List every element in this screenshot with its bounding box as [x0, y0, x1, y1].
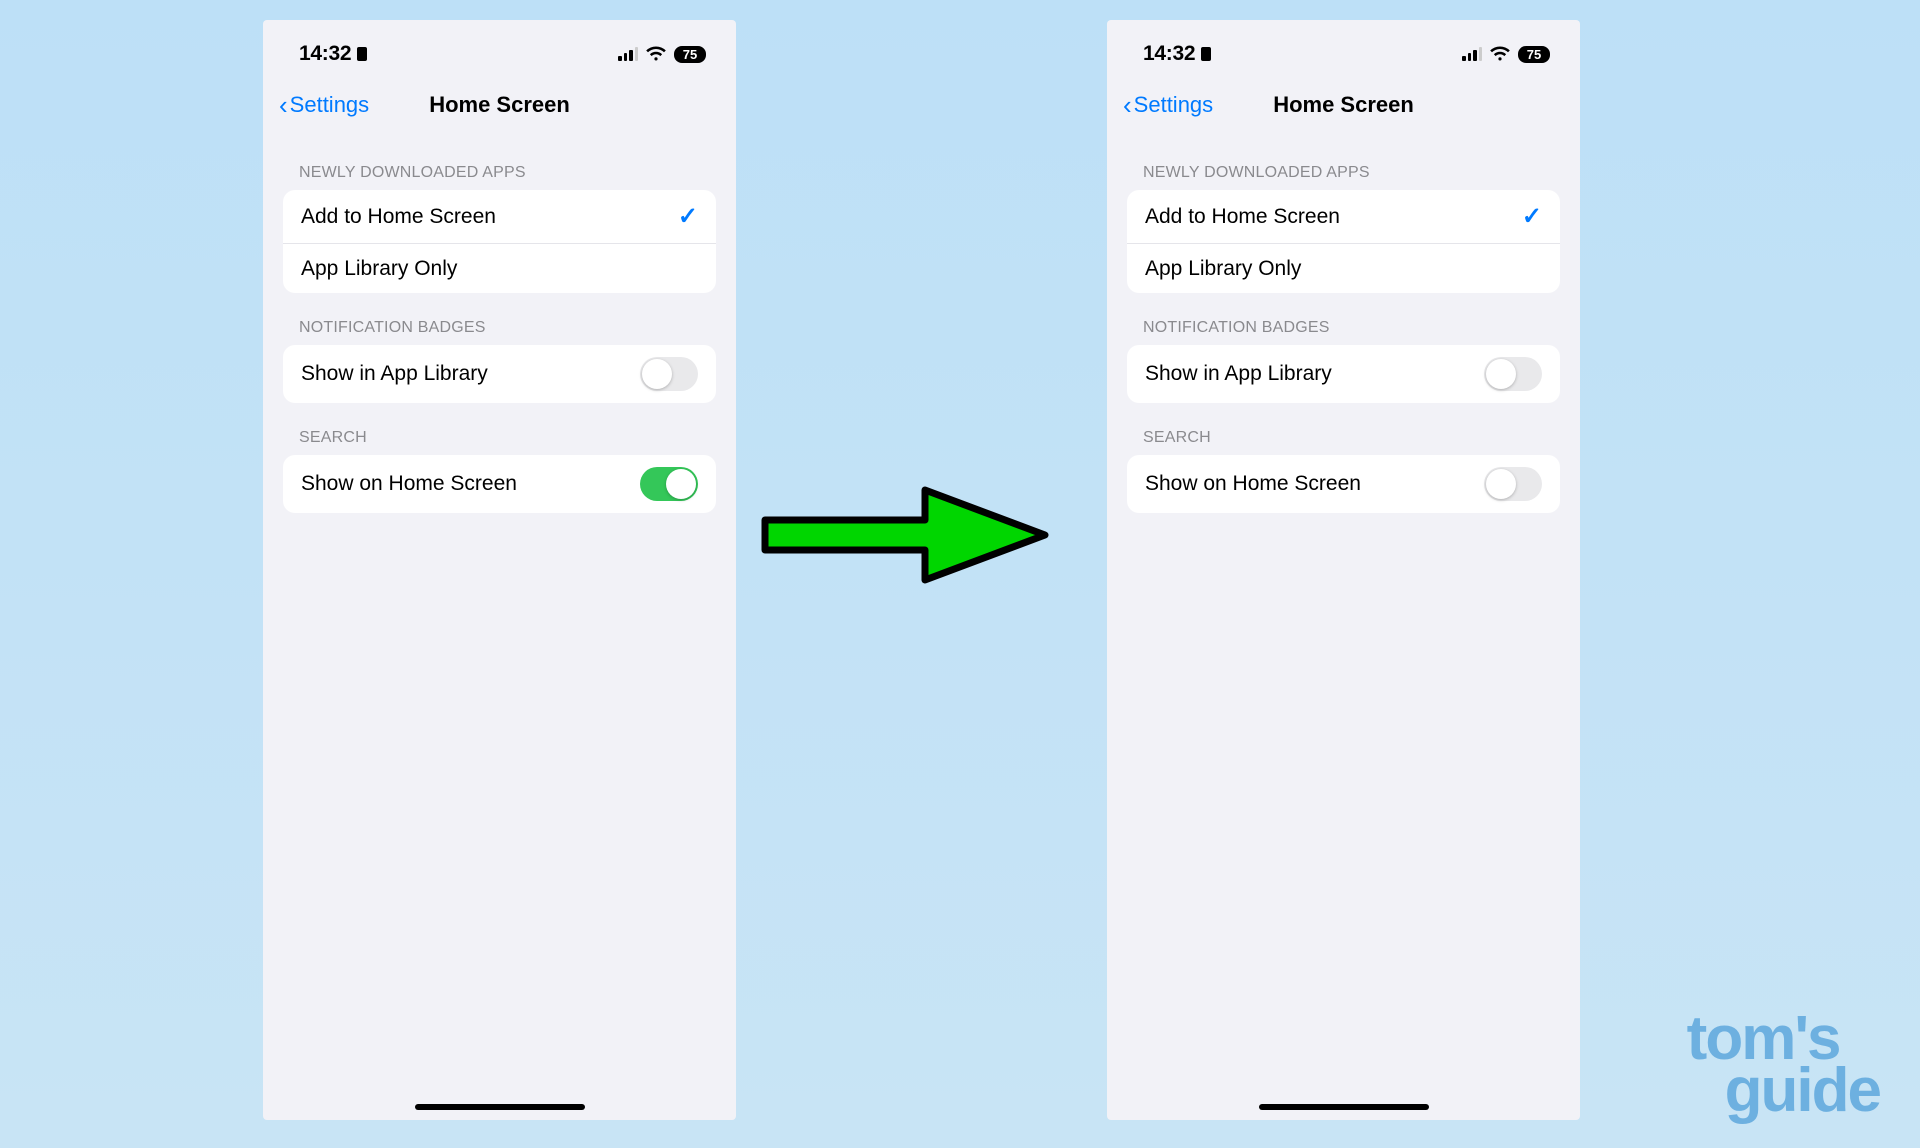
section-header-notification-badges: NOTIFICATION BADGES: [1107, 319, 1580, 337]
list-newly-downloaded: Add to Home Screen ✓ App Library Only: [283, 190, 716, 293]
list-search: Show on Home Screen: [283, 455, 716, 513]
toggle-show-in-app-library[interactable]: [640, 357, 698, 391]
battery-level: 75: [1527, 47, 1541, 62]
row-label: Show on Home Screen: [301, 472, 517, 496]
back-button[interactable]: ‹ Settings: [279, 92, 369, 118]
wifi-icon: [1490, 46, 1510, 62]
chevron-left-icon: ‹: [279, 92, 288, 118]
row-label: Add to Home Screen: [1145, 205, 1340, 229]
wifi-icon: [646, 46, 666, 62]
row-label: Add to Home Screen: [301, 205, 496, 229]
row-show-in-app-library[interactable]: Show in App Library: [1127, 345, 1560, 403]
row-add-to-home-screen[interactable]: Add to Home Screen ✓: [1127, 190, 1560, 243]
checkmark-icon: ✓: [1522, 202, 1542, 231]
phone-left: 14:32 75 ‹ Settings Home Screen NEWLY DO…: [263, 20, 736, 1120]
battery-icon: 75: [1518, 46, 1550, 63]
back-label: Settings: [1134, 92, 1214, 118]
toggle-knob: [1486, 469, 1516, 499]
section-header-newly-downloaded: NEWLY DOWNLOADED APPS: [263, 164, 736, 182]
list-notification-badges: Show in App Library: [1127, 345, 1560, 403]
cellular-icon: [618, 47, 638, 61]
toggle-show-on-home-screen[interactable]: [640, 467, 698, 501]
checkmark-icon: ✓: [678, 202, 698, 231]
toggle-knob: [666, 469, 696, 499]
row-label: Show in App Library: [301, 362, 488, 386]
back-label: Settings: [290, 92, 370, 118]
row-app-library-only[interactable]: App Library Only: [283, 243, 716, 293]
arrow-icon: [755, 475, 1055, 595]
row-app-library-only[interactable]: App Library Only: [1127, 243, 1560, 293]
row-show-on-home-screen[interactable]: Show on Home Screen: [283, 455, 716, 513]
row-add-to-home-screen[interactable]: Add to Home Screen ✓: [283, 190, 716, 243]
section-header-notification-badges: NOTIFICATION BADGES: [263, 319, 736, 337]
list-notification-badges: Show in App Library: [283, 345, 716, 403]
section-header-newly-downloaded: NEWLY DOWNLOADED APPS: [1107, 164, 1580, 182]
nav-bar: ‹ Settings Home Screen: [263, 78, 736, 132]
cellular-icon: [1462, 47, 1482, 61]
battery-icon: 75: [674, 46, 706, 63]
status-time: 14:32: [1143, 42, 1211, 66]
row-label: App Library Only: [301, 257, 457, 281]
section-header-search: SEARCH: [1107, 429, 1580, 447]
watermark-logo: tom's guide: [1687, 1013, 1880, 1118]
home-indicator[interactable]: [1259, 1104, 1429, 1110]
home-indicator[interactable]: [415, 1104, 585, 1110]
status-time: 14:32: [299, 42, 367, 66]
toggle-knob: [642, 359, 672, 389]
section-header-search: SEARCH: [263, 429, 736, 447]
row-show-on-home-screen[interactable]: Show on Home Screen: [1127, 455, 1560, 513]
status-right: 75: [1462, 46, 1550, 63]
status-time-text: 14:32: [299, 42, 351, 66]
status-right: 75: [618, 46, 706, 63]
back-button[interactable]: ‹ Settings: [1123, 92, 1213, 118]
list-search: Show on Home Screen: [1127, 455, 1560, 513]
portrait-lock-icon: [1201, 47, 1211, 61]
status-bar: 14:32 75: [263, 30, 736, 78]
phone-right: 14:32 75 ‹ Settings Home Screen NEWLY DO…: [1107, 20, 1580, 1120]
status-time-text: 14:32: [1143, 42, 1195, 66]
list-newly-downloaded: Add to Home Screen ✓ App Library Only: [1127, 190, 1560, 293]
portrait-lock-icon: [357, 47, 367, 61]
row-label: Show in App Library: [1145, 362, 1332, 386]
watermark-line-2: guide: [1725, 1065, 1880, 1118]
status-bar: 14:32 75: [1107, 30, 1580, 78]
toggle-show-on-home-screen[interactable]: [1484, 467, 1542, 501]
nav-bar: ‹ Settings Home Screen: [1107, 78, 1580, 132]
row-label: Show on Home Screen: [1145, 472, 1361, 496]
battery-level: 75: [683, 47, 697, 62]
row-show-in-app-library[interactable]: Show in App Library: [283, 345, 716, 403]
row-label: App Library Only: [1145, 257, 1301, 281]
chevron-left-icon: ‹: [1123, 92, 1132, 118]
toggle-show-in-app-library[interactable]: [1484, 357, 1542, 391]
toggle-knob: [1486, 359, 1516, 389]
